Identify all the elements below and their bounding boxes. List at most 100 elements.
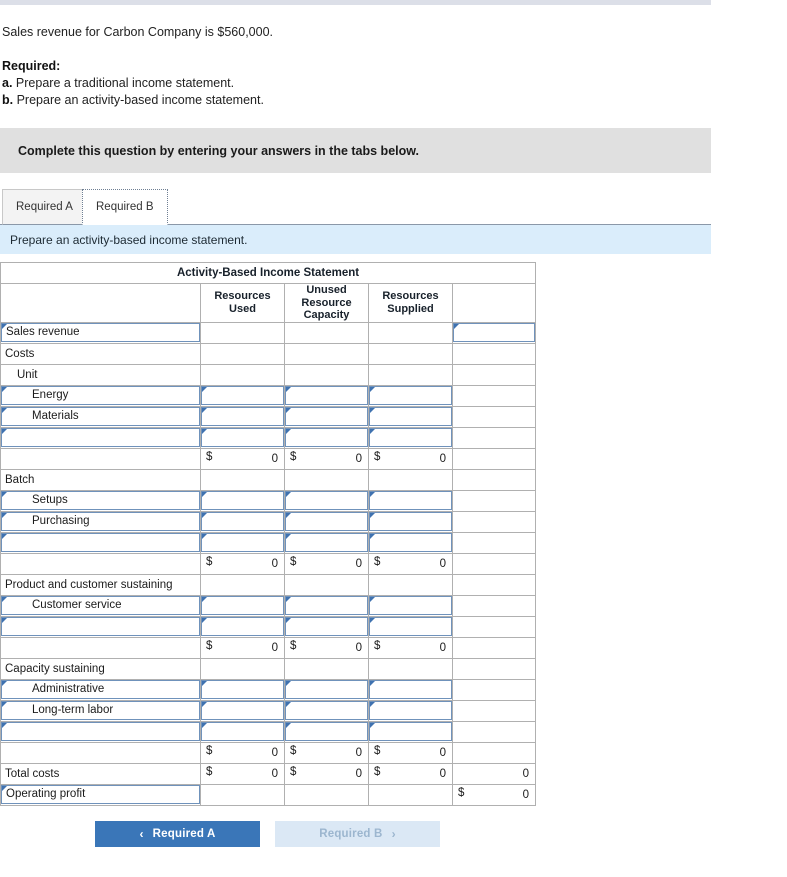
amount-cell: $0 — [368, 741, 453, 764]
amount-input[interactable] — [369, 386, 452, 405]
amount-input[interactable] — [201, 491, 284, 510]
amount-input[interactable] — [201, 407, 284, 426]
currency-symbol: $ — [290, 765, 297, 778]
row-label-input[interactable]: Purchasing — [1, 512, 200, 531]
amount-cell: $0 — [200, 447, 285, 470]
row-label-input-cell: Setups — [0, 489, 201, 512]
table-row: $0 $0 $0 — [0, 552, 537, 575]
amount-input[interactable] — [369, 701, 452, 720]
table-row — [0, 531, 537, 554]
amount-input[interactable] — [285, 722, 368, 741]
amount-input[interactable] — [369, 722, 452, 741]
row-label-text: Operating profit — [6, 788, 86, 800]
table-row: $0 $0 $0 — [0, 741, 537, 764]
amount-input[interactable] — [285, 512, 368, 531]
amount-input[interactable] — [201, 533, 284, 552]
amount-input[interactable] — [369, 533, 452, 552]
column-header-unused-line3: Capacity — [303, 309, 350, 321]
amount-input-cell — [368, 489, 453, 512]
amount-input[interactable] — [285, 617, 368, 636]
amount-input[interactable] — [201, 428, 284, 447]
column-header-unused-resource-capacity: Unused Resource Capacity — [284, 283, 369, 323]
row-label-text: Setups — [32, 494, 68, 506]
amount-input[interactable] — [369, 680, 452, 699]
row-label-input[interactable]: Sales revenue — [1, 323, 200, 342]
amount-input-cell — [200, 426, 285, 449]
total-cell-empty — [451, 447, 537, 470]
amount-input[interactable] — [285, 428, 368, 447]
total-cell-empty — [451, 678, 537, 701]
amount-cell: $0 — [200, 552, 285, 575]
row-label-text: Unit — [17, 368, 38, 381]
amount-input[interactable] — [285, 701, 368, 720]
amount-input[interactable] — [201, 617, 284, 636]
amount-input[interactable] — [201, 701, 284, 720]
required-b-nav-button[interactable]: Required B › — [275, 820, 440, 847]
row-label-input[interactable]: Operating profit — [1, 785, 200, 804]
amount-input[interactable] — [285, 596, 368, 615]
column-header-unused-line1: Unused — [306, 284, 347, 296]
navigation-buttons: ‹ Required A Required B › — [0, 820, 535, 847]
amount-cell-empty — [200, 657, 285, 680]
amount-input[interactable] — [201, 386, 284, 405]
amount-input[interactable] — [201, 596, 284, 615]
amount-input[interactable] — [285, 491, 368, 510]
row-label-text: Product and customer sustaining — [5, 578, 173, 591]
instruction-text: Complete this question by entering your … — [18, 143, 419, 158]
amount-input[interactable] — [285, 680, 368, 699]
amount-input[interactable] — [369, 491, 452, 510]
column-header-resources-supplied: Resources Supplied — [368, 283, 453, 323]
currency-symbol: $ — [374, 744, 381, 757]
amount-input[interactable] — [369, 407, 452, 426]
amount-input[interactable] — [285, 407, 368, 426]
row-label-input[interactable]: Administrative — [1, 680, 200, 699]
row-label-input[interactable]: Materials — [1, 407, 200, 426]
amount-input[interactable] — [285, 533, 368, 552]
row-label-input[interactable] — [1, 722, 200, 741]
table-title: Activity-Based Income Statement — [0, 262, 537, 284]
total-input[interactable] — [453, 323, 536, 342]
row-label-cell: Capacity sustaining — [0, 657, 201, 680]
row-label-input-cell — [0, 615, 201, 638]
row-label-input[interactable] — [1, 428, 200, 447]
row-label-input[interactable] — [1, 533, 200, 552]
amount-cell: $0 — [368, 552, 453, 575]
amount-value: 0 — [439, 746, 446, 759]
currency-symbol: $ — [458, 786, 465, 799]
row-label-text — [1, 453, 5, 465]
amount-input[interactable] — [201, 680, 284, 699]
amount-input[interactable] — [285, 386, 368, 405]
row-label-input[interactable]: Energy — [1, 386, 200, 405]
amount-input-cell — [368, 678, 453, 701]
currency-symbol: $ — [374, 639, 381, 652]
row-label-input[interactable] — [1, 617, 200, 636]
tab-required-b[interactable]: Required B — [82, 189, 168, 225]
amount-input[interactable] — [369, 428, 452, 447]
amount-input-cell — [368, 384, 453, 407]
amount-input[interactable] — [201, 512, 284, 531]
total-cell-empty — [451, 699, 537, 722]
column-header-blank-right — [451, 283, 537, 323]
row-label-input[interactable]: Setups — [1, 491, 200, 510]
amount-input[interactable] — [201, 722, 284, 741]
table-row: Purchasing — [0, 510, 537, 533]
column-header-supplied-line2: Supplied — [387, 302, 434, 315]
row-label-cell — [0, 741, 201, 764]
currency-symbol: $ — [206, 744, 213, 757]
required-item-a-marker: a. — [2, 76, 13, 90]
column-header-unused-line2: Resource — [301, 296, 352, 309]
amount-input[interactable] — [369, 596, 452, 615]
amount-input-cell — [368, 531, 453, 554]
tab-required-a[interactable]: Required A — [2, 189, 87, 225]
amount-input-cell — [368, 594, 453, 617]
amount-cell-empty — [368, 573, 453, 596]
currency-symbol: $ — [290, 555, 297, 568]
total-cell-empty — [451, 636, 537, 659]
required-a-nav-button[interactable]: ‹ Required A — [95, 820, 260, 847]
row-label-input[interactable]: Customer service — [1, 596, 200, 615]
amount-input[interactable] — [369, 617, 452, 636]
row-label-input[interactable]: Long-term labor — [1, 701, 200, 720]
amount-input[interactable] — [369, 512, 452, 531]
amount-value: 0 — [439, 641, 446, 654]
row-label-cell: Product and customer sustaining — [0, 573, 201, 596]
